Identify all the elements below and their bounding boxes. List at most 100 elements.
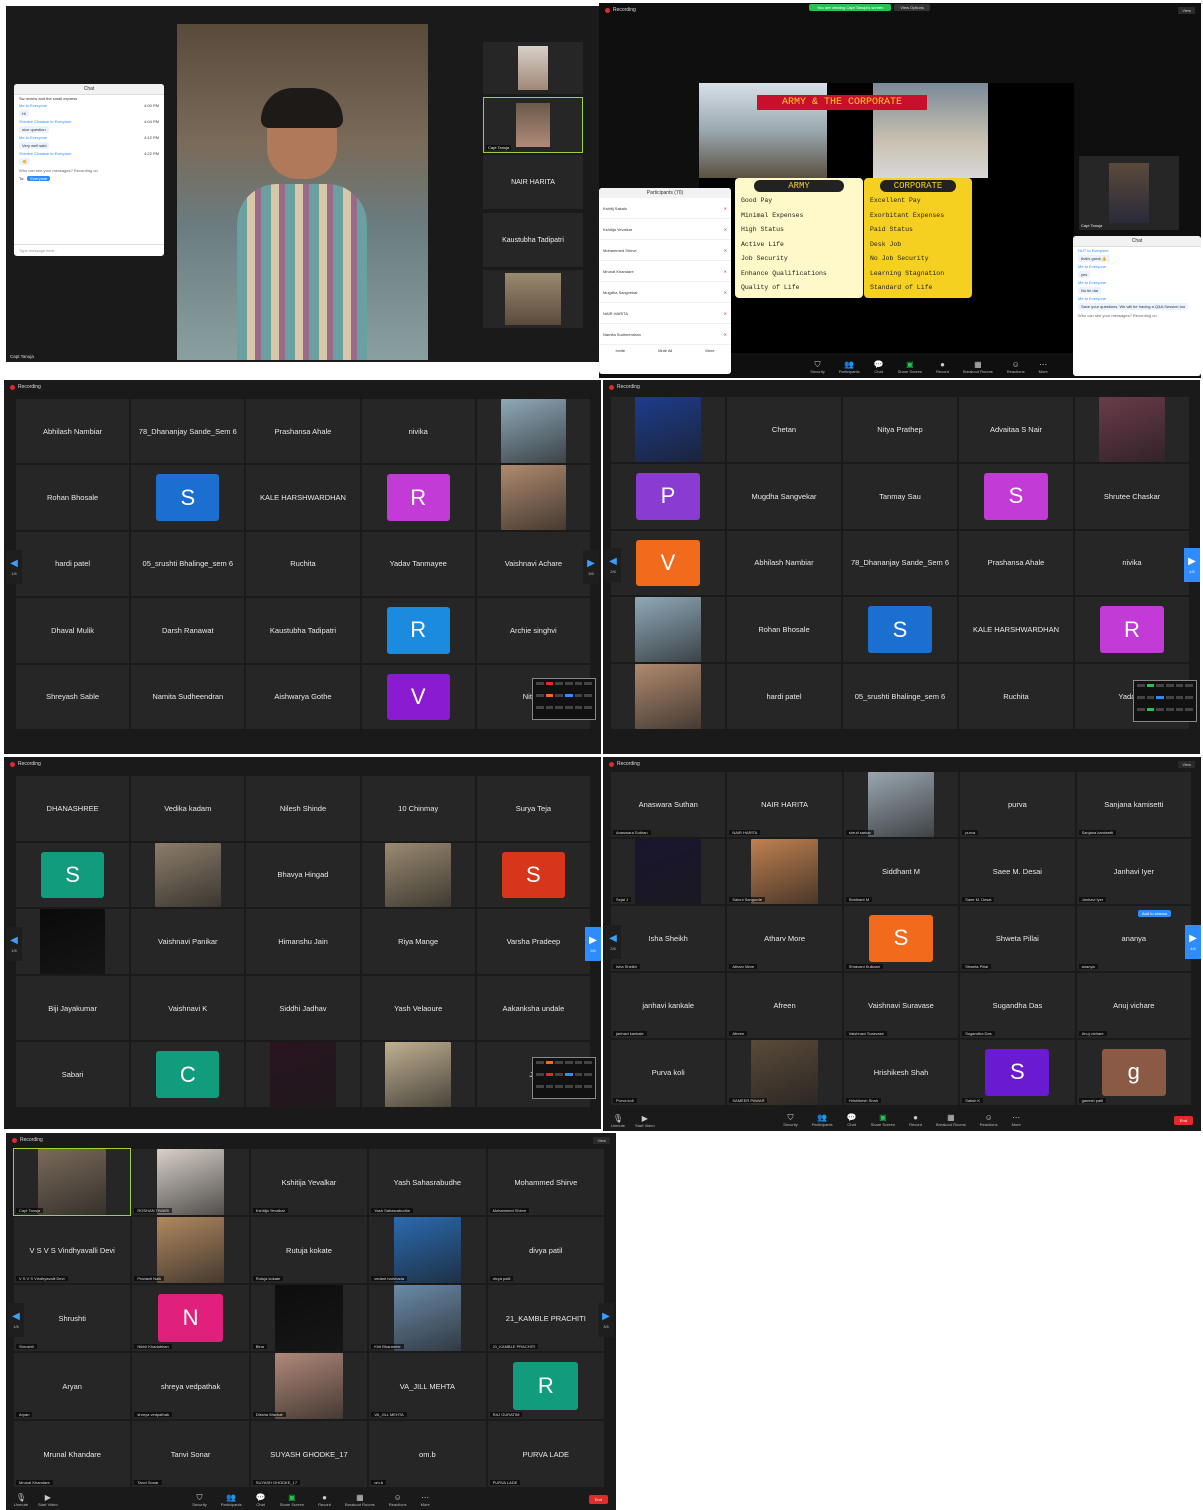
start-video-button[interactable]: ▶ Start Video [38,1493,58,1507]
start-video-button[interactable]: ▶ Start Video [635,1114,655,1128]
participant-tile[interactable]: Purva koli Purva koli [611,1040,726,1105]
mute-all-button[interactable]: Mute All [658,348,672,353]
next-page-button[interactable]: ▶ 4/6 [1185,925,1201,959]
participant-tile[interactable]: Vaishnavi Panikar [131,909,245,974]
chat-button[interactable]: 💬 Chat [256,1493,266,1507]
participant-tile[interactable]: Surya Teja [476,776,590,841]
participant-tile[interactable]: Bina [250,1285,368,1351]
participant-tile[interactable]: KALE HARSHWARDHAN [246,465,360,530]
participant-tile[interactable]: KALE HARSHWARDHAN [959,597,1073,663]
participant-tile[interactable]: Hrishikesh Shah Hrishikesh Shah [843,1040,959,1105]
more-button[interactable]: More [705,348,714,353]
chat-panel[interactable]: Chat Sw review and the small express Me … [14,84,164,256]
reactions-button[interactable]: ☺ Reactions [389,1493,407,1507]
participant-tile[interactable]: Tanvi Sonar Tanvi Sonar [132,1421,249,1487]
participant-tile[interactable]: Bhavya Hingad [246,842,360,908]
participant-tile[interactable]: 05_srushti Bhalinge_sem 6 [843,664,957,729]
participant-tile[interactable]: PURVA LADE PURVA LADE [487,1421,604,1487]
more-button[interactable]: ⋯ More [1039,360,1048,374]
participant-tile[interactable]: Ruchita [246,531,360,597]
prev-page-button[interactable]: ◀ 2/6 [605,925,621,959]
participant-tile[interactable]: R RAJ GURATIM [487,1353,604,1419]
chat-input[interactable]: Type message here... [14,244,164,256]
participant-tile[interactable]: ananya ananya [1076,906,1191,971]
participant-tile[interactable]: R [1075,597,1189,663]
participant-tile[interactable]: P [611,463,725,529]
participant-tile[interactable]: Shweta Pillai Shweta Pillai [960,906,1075,971]
participant-tile[interactable]: Nilesh Shinde [246,776,360,841]
record-button[interactable]: ● Record [936,360,949,374]
mini-gallery-overlay[interactable] [532,1057,596,1099]
participant-tile[interactable]: Tanmay Sau [843,463,957,529]
chat-panel[interactable]: Chat HUT to Everyone that's great 👍 Me to… [1073,236,1201,376]
view-button[interactable]: View [1178,7,1195,14]
participant-tile[interactable]: SUYASH GHODKE_17 SUYASH GHODKE_17 [250,1421,368,1487]
participant-tile[interactable]: Vaishnavi Suravase Vaishnavi Suravase [843,973,959,1038]
participant-tile[interactable] [1075,397,1189,462]
participant-tile[interactable]: Yadav Tanmayee [361,531,475,597]
participant-tile[interactable]: Khit Bharambe [369,1285,486,1351]
next-page-button[interactable]: ▶ 3/6 [598,1303,614,1337]
participant-tile[interactable]: nivika [361,399,475,464]
participant-tile[interactable]: Advaitaa S Nair [959,397,1073,462]
participant-tile[interactable]: Aishwarya Gothe [246,664,360,729]
participant-tile[interactable]: S [843,597,957,663]
participant-tile[interactable]: ROSHAN TIWARI [132,1149,249,1215]
prev-page-button[interactable]: ◀ 2/6 [605,548,621,582]
participant-tile[interactable]: V S V S Vindhyavalli Devi V S V S Vindhya… [14,1217,131,1283]
participant-row[interactable]: Kshitija Yevalkar ✕ [599,219,731,240]
end-meeting-button[interactable]: End [1173,1116,1193,1125]
prev-page-button[interactable]: ◀ 1/6 [8,1303,24,1337]
participant-tile[interactable]: Sejal J [611,839,726,904]
participant-tile[interactable]: Prashansa Ahale [959,530,1073,596]
chat-recipient-select[interactable]: Everyone [27,176,51,181]
participant-tile[interactable]: Saloni Sangurde [727,839,842,904]
participant-tile[interactable]: Isha Sheikh Isha Sheikh [611,906,726,971]
participant-tile[interactable]: Anaswara Suthan Anaswara Suthan [611,772,726,837]
view-button[interactable]: View [1178,761,1195,768]
participant-tile[interactable]: Anuj vichare Anuj vichare [1076,973,1191,1038]
participant-tile[interactable]: shruti sarkar [843,772,959,837]
unmute-button[interactable]: 🎙 Unmute [611,1114,625,1128]
participant-tile[interactable]: Sanjana kamisetti Sanjana kamisetti [1076,772,1191,837]
participant-tile[interactable]: hardi patel [727,664,841,729]
participant-tile[interactable]: Rohan Bhosale [727,597,841,663]
share-screen-button[interactable]: ▣ Share Screen [280,1493,304,1507]
participants-button[interactable]: 👥 Participants [839,360,860,374]
participant-tile[interactable]: nivika [1075,530,1189,596]
prev-page-button[interactable]: ◀ 1/6 [6,927,22,961]
participant-tile[interactable]: V [611,530,725,596]
share-screen-button[interactable]: ▣ Share Screen [871,1113,895,1127]
participant-tile[interactable]: Aakanksha undale [476,975,590,1041]
participant-tile[interactable]: R [361,598,475,663]
reactions-button[interactable]: ☺ Reactions [980,1113,998,1127]
participant-tile[interactable]: DHANASHREE [16,776,130,841]
breakout-rooms-button[interactable]: ▦ Breakout Rooms [963,360,993,374]
invite-button[interactable]: Invite [616,348,626,353]
view-options-button[interactable]: View Options [894,4,930,11]
participant-tile[interactable]: Kaustubha Tadipatri [246,598,360,663]
participant-row[interactable]: Namita Sudheendran ✕ [599,324,731,345]
participant-tile[interactable]: Dhaval Mulik [16,598,130,663]
end-meeting-button[interactable]: End [588,1495,608,1504]
participants-button[interactable]: 👥 Participants [221,1493,242,1507]
participant-tile[interactable]: g ganesh patil [1076,1040,1191,1105]
participant-tile[interactable]: Rohan Bhosale [16,465,130,530]
participant-tile[interactable]: Saee M. Desai Saee M. Desai [960,839,1075,904]
participant-tile[interactable]: 05_srushti Bhalinge_sem 6 [131,531,245,597]
participant-tile[interactable] [16,909,130,974]
participant-tile[interactable]: Pranavti Naik [132,1217,249,1283]
next-page-button[interactable]: ▶ 3/6 [583,550,599,584]
participant-tile[interactable]: S Shravani Kulkarni [843,906,959,971]
participant-tile[interactable]: S [16,842,130,908]
participant-tile[interactable] [131,842,245,908]
participant-tile[interactable]: vedant harshada [369,1217,486,1283]
next-page-button[interactable]: ▶ 3/6 [585,927,601,961]
record-button[interactable]: ● Record [909,1113,922,1127]
add-to-stream-button[interactable]: Add to stream [1138,910,1171,917]
breakout-rooms-button[interactable]: ▦ Breakout Rooms [345,1493,375,1507]
mini-gallery-overlay[interactable] [532,678,596,720]
participant-tile[interactable]: Shrutee Chaskar [1075,463,1189,529]
participant-tile[interactable]: Abhilash Nambiar [727,530,841,596]
chat-button[interactable]: 💬 Chat [847,1113,857,1127]
